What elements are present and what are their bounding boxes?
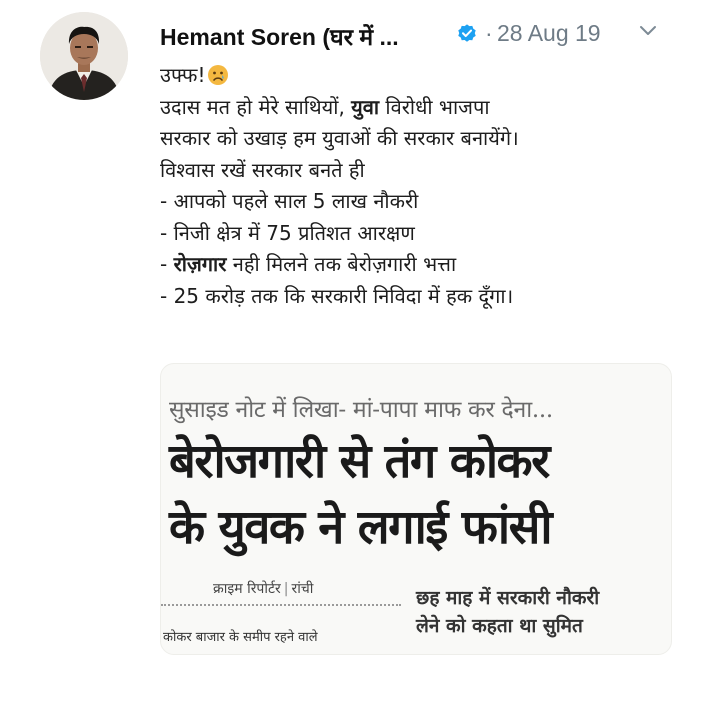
clipping-subhead: सुसाइड नोट में लिखा- मां-पापा माफ कर देन… [169,397,553,423]
tweet-line-4: विश्वास रखें सरकार बनते ही [160,157,365,182]
byline-city: रांची [291,581,314,597]
tweet-media-image[interactable]: सुसाइड नोट में लिखा- मां-पापा माफ कर देन… [160,363,672,655]
verified-badge-icon [458,24,476,42]
tweet-text: उफ्फ! उदास मत हो मेरे साथियों, युवा विरो… [160,60,690,312]
tweet-text-bold: रोज़गार [173,252,227,276]
clipping-body-snippet: कोकर बाजार के समीप रहने वाले [163,630,318,645]
tweet-date[interactable]: 28 Aug 19 [497,20,601,47]
tweet-text-exclamation: उफ्फ! [160,63,206,87]
tweet-text-segment: - [160,252,174,276]
clipping-headline-line-1: बेरोजगारी से तंग कोकर [169,434,550,489]
sad-face-emoji-icon [208,65,229,85]
tweet[interactable]: Hemant Soren (घर में ... · 28 Aug 19 उफ्… [0,0,720,703]
clipping-secondary-line-1: छह माह में सरकारी नौकरी [416,587,600,609]
tweet-line-8: - 25 करोड़ तक कि सरकारी निविदा में हक दू… [160,283,514,308]
clipping-headline-line-2: के युवक ने लगाई फांसी [169,500,553,555]
clipping-secondary-line-2: लेने को कहता था सुमित [416,615,583,637]
tweet-line-2: उदास मत हो मेरे साथियों, युवा विरोधी भाज… [160,92,690,124]
byline-separator: | [283,581,289,597]
chevron-down-icon[interactable] [638,24,658,38]
clipping-divider [161,604,401,606]
tweet-text-segment: नही मिलने तक बेरोज़गारी भत्ता [226,252,457,276]
avatar[interactable] [40,12,128,100]
tweet-text-segment: विरोधी भाजपा [379,94,490,119]
tweet-line-1: उफ्फ! [160,60,690,92]
tweet-header: Hemant Soren (घर में ... · 28 Aug 19 [160,20,700,52]
tweet-line-3: सरकार को उखाड़ हम युवाओं की सरकार बनायें… [160,126,519,150]
author-name[interactable]: Hemant Soren (घर में ... [160,20,399,52]
clipping-secondary-headline: छह माह में सरकारी नौकरी लेने को कहता था … [416,584,599,640]
tweet-line-6: - निजी क्षेत्र में 75 प्रतिशत आरक्षण [160,220,415,245]
tweet-text-bold: युवा [351,94,380,119]
tweet-line-7: - रोज़गार नही मिलने तक बेरोज़गारी भत्ता [160,249,690,281]
profile-photo [40,12,128,100]
header-separator: · [485,20,493,46]
tweet-text-segment: उदास मत हो मेरे साथियों, [160,94,352,119]
byline-reporter: क्राइम रिपोर्टर [213,581,281,597]
tweet-line-5: - आपको पहले साल 5 लाख नौकरी [160,189,419,213]
clipping-byline: क्राइम रिपोर्टर | रांची [213,579,313,598]
